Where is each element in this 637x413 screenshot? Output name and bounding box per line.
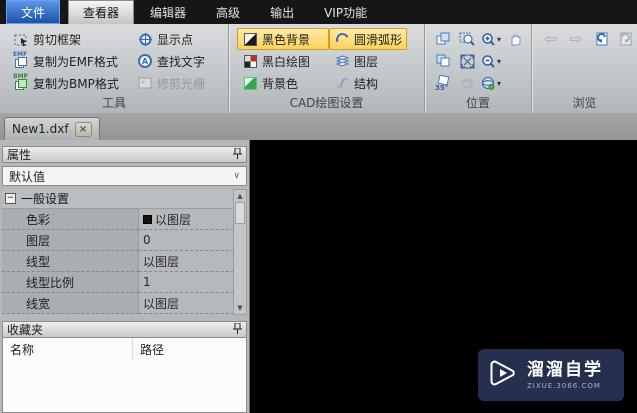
tab-new1-dxf[interactable]: New1.dxf × [4,117,100,140]
group-label: 一般设置 [21,192,70,206]
property-row-lineweight[interactable]: 线宽 以图层 [2,293,234,314]
tab-label: New1.dxf [12,122,69,136]
menu-vip[interactable]: VIP功能 [310,0,381,24]
zoom-in-dropdown-icon[interactable]: ▾ [497,35,501,44]
bring-forward-button[interactable] [431,29,455,49]
bmp-icon: BMP [13,74,29,91]
menu-file[interactable]: 文件 [6,0,61,24]
smooth-arc-toggle[interactable]: 圆滑弧形 [329,28,408,50]
preset-value: 默认值 [9,169,46,184]
menu-output[interactable]: 输出 [256,0,308,24]
menubar: 文件 查看器 编辑器 高级 输出 VIP功能 [0,0,637,24]
black-background-icon [242,31,258,47]
background-color-icon [242,75,258,91]
orbit-dropdown-icon[interactable]: ▾ [497,79,501,88]
color-swatch [143,214,152,224]
main-area: 属性 默认值 ∨ − 一般设置 色彩 以图层 图层 0 线型 以图层 线型比例 … [0,140,637,413]
ribbon-group-cad-settings: 黑色背景 黑白绘图 背景色 圆滑弧形 图层 结构 CAD绘图设置 [228,24,424,113]
svg-text:35°: 35° [435,84,448,92]
ribbon-group-browse: ⇦ ⇨ 浏览 [531,24,637,113]
watermark-play-icon [488,358,518,392]
cut-frame-button[interactable]: 剪切框架 [8,28,132,50]
find-text-button[interactable]: A 查找文字 [132,50,210,72]
general-settings-group[interactable]: − 一般设置 [2,189,234,209]
preset-dropdown[interactable]: 默认值 ∨ [2,166,247,186]
document-tabbar: New1.dxf × [0,113,637,140]
send-backward-button[interactable] [431,51,455,71]
favorites-columns: 名称 路径 [3,338,246,360]
layers-icon [334,53,350,69]
left-panel: 属性 默认值 ∨ − 一般设置 色彩 以图层 图层 0 线型 以图层 线型比例 … [0,140,250,413]
emf-icon: EMF [13,52,29,69]
favorites-title: 收藏夹 [7,323,44,337]
trim-raster-button: 修剪光栅 [132,72,210,94]
favorites-name-column[interactable]: 名称 [3,338,133,360]
ribbon-group-tools: 剪切框架 EMF 复制为EMF格式 BMP 复制为BMP格式 显示点 A 查找文… [0,24,228,113]
favorites-header: 收藏夹 [2,321,247,338]
scroll-up-icon[interactable]: ▲ [237,190,242,202]
copy-emf-button[interactable]: EMF 复制为EMF格式 [8,50,132,72]
watermark-title: 溜溜自学 [527,360,603,380]
menu-viewer[interactable]: 查看器 [68,0,135,24]
rotate-disabled-button [455,73,479,93]
property-row-layer[interactable]: 图层 0 [2,230,234,251]
layers-button[interactable]: 图层 [329,50,407,72]
show-points-icon [137,31,153,47]
smooth-arc-icon [333,30,351,48]
pan-button[interactable] [503,29,527,49]
property-row-color[interactable]: 色彩 以图层 [2,209,234,230]
menu-editor[interactable]: 编辑器 [136,0,200,24]
ribbon: 剪切框架 EMF 复制为EMF格式 BMP 复制为BMP格式 显示点 A 查找文… [0,24,637,113]
property-row-linetype[interactable]: 线型 以图层 [2,251,234,272]
trim-raster-icon [137,75,153,91]
collapse-icon[interactable]: − [5,193,16,204]
browse-group-label: 浏览 [572,96,597,110]
show-points-button[interactable]: 显示点 [132,28,210,50]
zoom-out-dropdown-icon[interactable]: ▾ [497,57,501,66]
property-row-linetype-scale[interactable]: 线型比例 1 [2,272,234,293]
tools-group-label: 工具 [101,96,126,110]
find-text-icon: A [137,53,153,69]
favorites-path-column[interactable]: 路径 [133,341,164,358]
drawing-canvas[interactable]: 溜溜自学 ZIXUE.3066.COM [250,140,637,413]
menu-advanced[interactable]: 高级 [202,0,254,24]
orbit-3d-button[interactable]: ▾ [479,73,503,93]
zoom-window-button[interactable] [455,29,479,49]
properties-header: 属性 [2,146,247,163]
favorites-pin-icon[interactable] [233,322,242,337]
pin-icon[interactable] [233,147,242,162]
forward-button: ⇨ [565,29,586,49]
previous-view-button[interactable] [591,29,612,49]
scroll-thumb[interactable] [235,202,245,224]
back-button: ⇦ [540,29,561,49]
structure-icon [334,75,350,91]
bw-drawing-icon [242,53,258,69]
bw-drawing-button[interactable]: 黑白绘图 [237,50,329,72]
background-color-button[interactable]: 背景色 [237,72,329,94]
watermark-subtitle: ZIXUE.3066.COM [527,382,601,390]
copy-bmp-button[interactable]: BMP 复制为BMP格式 [8,72,132,94]
next-view-button [616,29,637,49]
scroll-down-icon[interactable]: ▼ [237,302,242,314]
zoom-extents-button[interactable] [455,51,479,71]
rotate-angle-button[interactable]: 35° [431,73,455,93]
back-arrow-icon: ⇦ [544,29,557,48]
watermark: 溜溜自学 ZIXUE.3066.COM [478,349,624,401]
ribbon-group-position: ▾ ▾ 35° ▾ 位置 [424,24,531,113]
zoom-in-button[interactable]: ▾ [479,29,503,49]
black-background-toggle[interactable]: 黑色背景 [237,28,329,50]
forward-arrow-icon: ⇨ [569,29,583,48]
zoom-out-button[interactable]: ▾ [479,51,503,71]
cad-group-label: CAD绘图设置 [289,96,364,110]
favorites-list: 名称 路径 [2,338,247,413]
app-window: 文件 查看器 编辑器 高级 输出 VIP功能 剪切框架 EMF 复制为EMF格式… [0,0,637,413]
position-group-label: 位置 [465,96,490,110]
structure-button[interactable]: 结构 [329,72,407,94]
chevron-down-icon: ∨ [233,171,240,181]
tab-close-button[interactable]: × [74,121,92,137]
properties-title: 属性 [7,148,32,162]
cut-frame-icon [13,31,29,47]
properties-scrollbar[interactable]: ▲ ▼ [233,189,247,315]
properties-grid: − 一般设置 色彩 以图层 图层 0 线型 以图层 线型比例 1 线宽 以图层 … [2,189,247,315]
